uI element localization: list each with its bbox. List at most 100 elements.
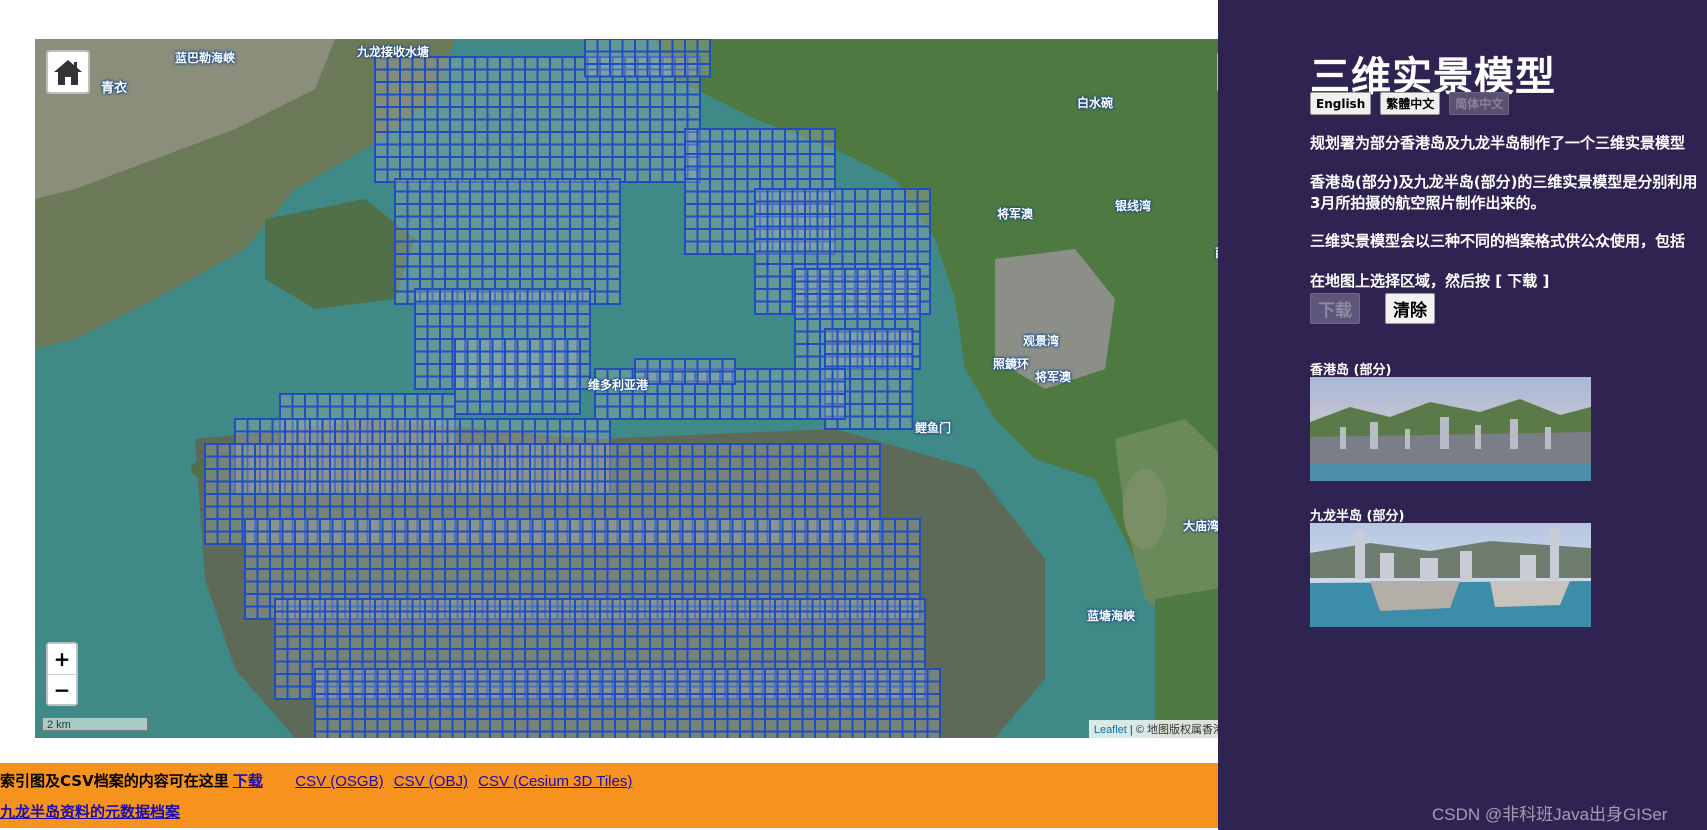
coverage-tile[interactable]	[636, 81, 651, 96]
coverage-tile[interactable]	[554, 375, 569, 390]
coverage-tile[interactable]	[404, 505, 419, 520]
coverage-tile[interactable]	[439, 288, 454, 303]
coverage-tile[interactable]	[779, 275, 794, 290]
coverage-tile[interactable]	[619, 368, 634, 383]
coverage-tile[interactable]	[706, 580, 721, 595]
coverage-tile[interactable]	[851, 705, 866, 720]
coverage-tile[interactable]	[344, 543, 359, 558]
coverage-tile[interactable]	[769, 543, 784, 558]
coverage-tile[interactable]	[709, 190, 724, 205]
coverage-tile[interactable]	[499, 68, 514, 83]
coverage-tile[interactable]	[459, 418, 474, 433]
coverage-tile[interactable]	[449, 68, 464, 83]
coverage-tile[interactable]	[836, 623, 851, 638]
coverage-tile[interactable]	[516, 505, 531, 520]
coverage-tile[interactable]	[449, 648, 464, 663]
coverage-tile[interactable]	[666, 505, 681, 520]
coverage-tile[interactable]	[451, 300, 466, 315]
coverage-tile[interactable]	[499, 623, 514, 638]
coverage-tile[interactable]	[844, 268, 859, 283]
coverage-tile[interactable]	[769, 405, 784, 420]
coverage-tile[interactable]	[444, 518, 459, 533]
coverage-tile[interactable]	[541, 400, 556, 415]
coverage-tile[interactable]	[829, 225, 844, 240]
coverage-tile[interactable]	[554, 493, 569, 508]
coverage-tile[interactable]	[809, 128, 824, 143]
coverage-tile[interactable]	[246, 418, 261, 433]
coverage-tile[interactable]	[529, 338, 544, 353]
coverage-tile[interactable]	[719, 568, 734, 583]
coverage-tile[interactable]	[641, 455, 656, 470]
coverage-tile[interactable]	[606, 240, 621, 255]
coverage-tile[interactable]	[619, 555, 634, 570]
coverage-tile[interactable]	[601, 668, 616, 683]
coverage-tile[interactable]	[571, 418, 586, 433]
coverage-tile[interactable]	[819, 280, 834, 295]
coverage-tile[interactable]	[516, 350, 531, 365]
coverage-tile[interactable]	[651, 680, 666, 695]
coverage-tile[interactable]	[661, 168, 676, 183]
coverage-tile[interactable]	[849, 610, 864, 625]
coverage-tile[interactable]	[619, 580, 634, 595]
coverage-tile[interactable]	[716, 480, 731, 495]
coverage-tile[interactable]	[434, 418, 449, 433]
coverage-tile[interactable]	[766, 288, 781, 303]
coverage-tile[interactable]	[561, 93, 576, 108]
coverage-tile[interactable]	[374, 118, 389, 133]
coverage-tile[interactable]	[709, 240, 724, 255]
coverage-tile[interactable]	[799, 598, 814, 613]
coverage-tile[interactable]	[891, 238, 906, 253]
coverage-tile[interactable]	[456, 265, 471, 280]
coverage-tile[interactable]	[606, 518, 621, 533]
coverage-tile[interactable]	[906, 518, 921, 533]
coverage-tile[interactable]	[464, 680, 479, 695]
coverage-tile[interactable]	[594, 380, 609, 395]
coverage-tile[interactable]	[806, 268, 821, 283]
coverage-tile[interactable]	[751, 680, 766, 695]
coverage-tile[interactable]	[539, 288, 554, 303]
coverage-tile[interactable]	[499, 143, 514, 158]
coverage-tile[interactable]	[429, 393, 444, 408]
coverage-tile[interactable]	[604, 493, 619, 508]
coverage-tile[interactable]	[609, 63, 624, 78]
coverage-tile[interactable]	[461, 143, 476, 158]
coverage-tile[interactable]	[524, 56, 539, 71]
coverage-tile[interactable]	[791, 238, 806, 253]
coverage-tile[interactable]	[794, 543, 809, 558]
coverage-tile[interactable]	[569, 543, 584, 558]
coverage-tile[interactable]	[274, 648, 289, 663]
coverage-tile[interactable]	[881, 280, 896, 295]
coverage-tile[interactable]	[326, 668, 341, 683]
coverage-tile[interactable]	[861, 390, 876, 405]
coverage-tile[interactable]	[504, 443, 519, 458]
coverage-tile[interactable]	[679, 480, 694, 495]
coverage-tile[interactable]	[569, 253, 584, 268]
coverage-tile[interactable]	[754, 300, 769, 315]
coverage-tile[interactable]	[926, 668, 941, 683]
coverage-tile[interactable]	[709, 140, 724, 155]
coverage-tile[interactable]	[676, 680, 691, 695]
coverage-tile[interactable]	[204, 505, 219, 520]
coverage-tile[interactable]	[539, 730, 554, 739]
coverage-tile[interactable]	[821, 128, 836, 143]
coverage-tile[interactable]	[694, 568, 709, 583]
coverage-tile[interactable]	[544, 215, 559, 230]
coverage-tile[interactable]	[216, 505, 231, 520]
coverage-tile[interactable]	[656, 543, 671, 558]
coverage-tile[interactable]	[584, 39, 599, 53]
coverage-tile[interactable]	[531, 203, 546, 218]
coverage-tile[interactable]	[641, 505, 656, 520]
coverage-tile[interactable]	[819, 405, 834, 420]
coverage-tile[interactable]	[479, 363, 494, 378]
coverage-tile[interactable]	[269, 518, 284, 533]
coverage-tile[interactable]	[881, 555, 896, 570]
coverage-tile[interactable]	[449, 56, 464, 71]
coverage-tile[interactable]	[836, 353, 851, 368]
coverage-tile[interactable]	[656, 405, 671, 420]
coverage-tile[interactable]	[351, 693, 366, 708]
coverage-tile[interactable]	[716, 443, 731, 458]
coverage-tile[interactable]	[539, 693, 554, 708]
coverage-tile[interactable]	[369, 530, 384, 545]
coverage-tile[interactable]	[401, 668, 416, 683]
coverage-tile[interactable]	[539, 325, 554, 340]
